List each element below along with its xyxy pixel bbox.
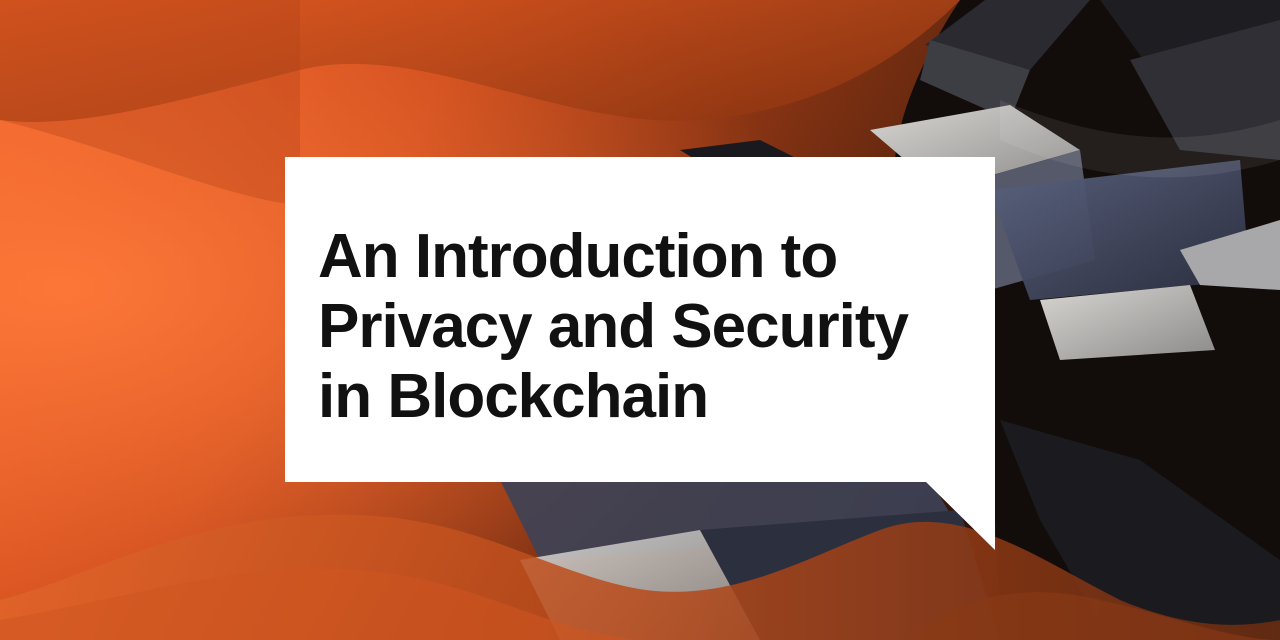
headline-line-3: in Blockchain — [318, 362, 709, 431]
headline: An Introduction to Privacy and Security … — [318, 222, 978, 432]
headline-line-2: Privacy and Security — [318, 292, 909, 361]
headline-line-1: An Introduction to — [318, 222, 838, 291]
